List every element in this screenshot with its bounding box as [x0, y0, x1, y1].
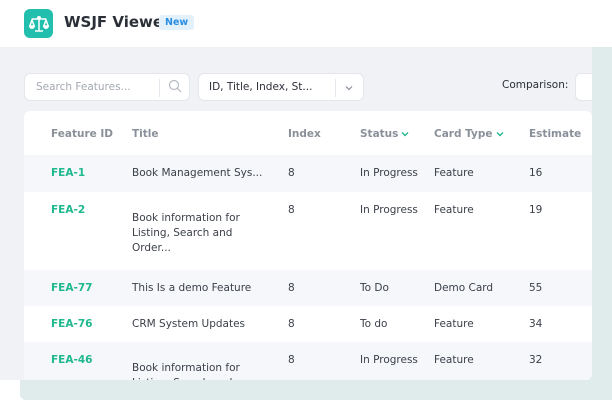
feature-title: Book Management Sys... [132, 167, 263, 179]
feature-index: 8 [288, 282, 295, 294]
divider [335, 79, 336, 97]
table-header-row: Feature ID Title Index Status Card Type … [24, 111, 592, 155]
feature-id-link[interactable]: FEA-46 [51, 353, 92, 368]
app-title: WSJF Viewer [64, 13, 171, 31]
scales-logo-icon [24, 9, 53, 38]
table-row[interactable]: FEA-46 Book information for Listing, Sea… [24, 342, 592, 380]
feature-id-link[interactable]: FEA-1 [51, 166, 85, 181]
table-row[interactable]: FEA-2 Book information for Listing, Sear… [24, 192, 592, 270]
feature-title: Book information for Listing, Search and… [132, 212, 240, 254]
feature-status: To do [360, 318, 388, 330]
feature-estimate: 32 [529, 354, 543, 366]
feature-index: 8 [288, 204, 295, 216]
feature-status: In Progress [360, 167, 418, 179]
main-panel: Search Features... ID, Title, Index, St.… [0, 47, 592, 380]
feature-estimate: 19 [529, 204, 543, 216]
chevron-down-icon[interactable] [401, 130, 409, 138]
feature-id-link[interactable]: FEA-2 [51, 203, 85, 218]
feature-card-type: Feature [434, 204, 474, 216]
feature-estimate: 34 [529, 318, 543, 330]
search-placeholder: Search Features... [36, 81, 131, 93]
columns-select[interactable]: ID, Title, Index, St... [198, 73, 364, 101]
feature-id-link[interactable]: FEA-76 [51, 317, 92, 332]
header-estimate: Estimate [529, 128, 582, 140]
feature-index: 8 [288, 167, 295, 179]
feature-estimate: 55 [529, 282, 543, 294]
app-header: WSJF Viewer New [0, 0, 612, 47]
feature-card-type: Feature [434, 167, 474, 179]
chevron-down-icon[interactable] [343, 82, 355, 94]
header-title: Title [132, 128, 159, 140]
feature-title: Book information for Listing, Search and… [132, 362, 240, 380]
comparison-select[interactable] [575, 73, 592, 101]
divider [159, 79, 160, 97]
feature-title: This Is a demo Feature [132, 282, 252, 294]
search-icon[interactable] [168, 79, 182, 93]
header-status-label: Status [360, 128, 399, 140]
feature-index: 8 [288, 354, 295, 366]
feature-estimate: 16 [529, 167, 543, 179]
feature-title: CRM System Updates [132, 318, 246, 330]
search-input[interactable]: Search Features... [24, 73, 190, 101]
feature-status: To Do [360, 282, 389, 294]
table-row[interactable]: FEA-1 Book Management Sys... 8 In Progre… [24, 155, 592, 192]
columns-select-value: ID, Title, Index, St... [209, 81, 313, 93]
header-card-type-label: Card Type [434, 128, 493, 140]
new-badge: New [159, 15, 195, 30]
feature-index: 8 [288, 318, 295, 330]
table-row[interactable]: FEA-77 This Is a demo Feature 8 To Do De… [24, 270, 592, 306]
feature-id-link[interactable]: FEA-77 [51, 281, 92, 296]
header-feature-id: Feature ID [51, 128, 114, 140]
comparison-label: Comparison: [502, 79, 569, 91]
table-row[interactable]: FEA-76 CRM System Updates 8 To do Featur… [24, 306, 592, 342]
header-index: Index [288, 128, 321, 140]
feature-status: In Progress [360, 204, 418, 216]
feature-status: In Progress [360, 354, 418, 366]
header-status[interactable]: Status [360, 127, 409, 142]
header-card-type[interactable]: Card Type [434, 127, 504, 142]
feature-card-type: Feature [434, 354, 474, 366]
feature-card-type: Feature [434, 318, 474, 330]
feature-card-type: Demo Card [434, 282, 494, 294]
features-table: Feature ID Title Index Status Card Type … [24, 111, 592, 380]
chevron-down-icon[interactable] [496, 130, 504, 138]
